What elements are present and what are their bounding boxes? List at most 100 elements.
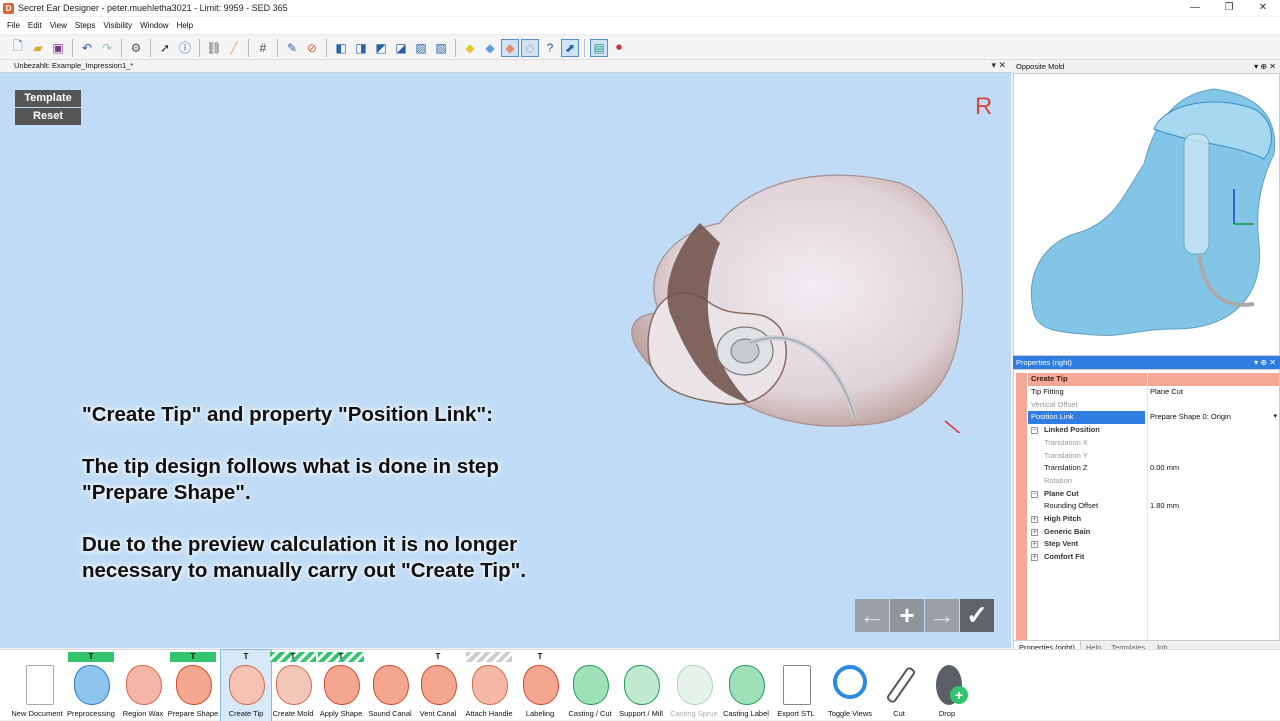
view-front-icon[interactable]: ◧: [333, 40, 349, 56]
casting-cut-icon: [573, 665, 609, 705]
maximize-button[interactable]: ❐: [1212, 0, 1246, 16]
new-file-icon[interactable]: 🗋: [10, 39, 26, 56]
prop-plane-cut[interactable]: − Plane Cut: [1028, 488, 1279, 501]
info-icon[interactable]: ⓘ: [177, 40, 193, 56]
dropdown-arrow-icon[interactable]: ▾: [1273, 411, 1277, 424]
reset-button[interactable]: Reset: [15, 108, 81, 125]
shell-white-icon[interactable]: ◇: [521, 38, 539, 57]
forward-arrow-button[interactable]: →: [925, 599, 959, 632]
properties-controls[interactable]: ▾ ⊕ ✕: [1254, 356, 1276, 369]
new-document-icon: [26, 665, 54, 705]
step-navigation: ← + → ✓: [855, 599, 995, 632]
step-export-stl[interactable]: Export STL: [771, 650, 821, 721]
prop-high-pitch[interactable]: + High Pitch: [1028, 513, 1279, 526]
zoom-tool-icon[interactable]: ⊘: [304, 40, 320, 56]
3d-viewport[interactable]: Template Reset R "Create Tip" and proper…: [0, 73, 1011, 648]
prop-linked-position[interactable]: − Linked Position: [1028, 424, 1279, 437]
prop-label: Generic Bain: [1044, 527, 1091, 536]
menu-edit[interactable]: Edit: [28, 21, 42, 30]
save-icon[interactable]: ▣: [50, 40, 66, 56]
expand-icon[interactable]: +: [1031, 554, 1038, 561]
prop-label: Rounding Offset: [1044, 501, 1099, 510]
measure-icon[interactable]: ╱: [226, 40, 242, 56]
prop-label: Step Vent: [1044, 539, 1079, 548]
prop-label: Tip Fitting: [1031, 387, 1064, 396]
prop-group-create-tip[interactable]: Create Tip: [1028, 373, 1279, 386]
menu-view[interactable]: View: [50, 21, 67, 30]
grid-icon[interactable]: #: [255, 40, 271, 56]
shell-yellow-icon[interactable]: ◆: [462, 40, 478, 56]
ear-shell-model[interactable]: [600, 163, 980, 433]
open-folder-icon[interactable]: ▰: [30, 40, 46, 56]
view-right-icon[interactable]: ◪: [393, 40, 409, 56]
opposite-mold-controls[interactable]: ▾ ⊕ ✕: [1254, 60, 1276, 73]
prop-step-vent[interactable]: + Step Vent: [1028, 538, 1279, 551]
prop-value[interactable]: 1.80 mm: [1150, 500, 1179, 513]
display-mode-icon[interactable]: ▤: [590, 38, 608, 57]
pointer-select-icon[interactable]: ⬈: [561, 38, 579, 57]
prop-translation-z[interactable]: Translation Z 0.00 mm: [1028, 462, 1279, 475]
window-title: Secret Ear Designer - peter.muehletha302…: [18, 3, 288, 13]
prop-label: Translation Y: [1044, 451, 1088, 460]
step-status-bar: T: [318, 652, 364, 662]
toolbar-separator: [199, 38, 200, 57]
menu-file[interactable]: File: [7, 21, 20, 30]
confirm-check-button[interactable]: ✓: [960, 599, 994, 632]
shell-blue-icon[interactable]: ◆: [482, 40, 498, 56]
close-button[interactable]: ✕: [1246, 0, 1280, 16]
prop-position-link[interactable]: Position Link Prepare Shape 0: Origin ▾: [1028, 411, 1279, 424]
prop-tip-fitting[interactable]: Tip Fitting Plane Cut: [1028, 386, 1279, 399]
step-drop[interactable]: + Drop: [922, 650, 972, 721]
minimize-button[interactable]: —: [1178, 0, 1212, 16]
collapse-icon[interactable]: −: [1031, 491, 1038, 498]
apply-shape-icon: [324, 665, 360, 705]
back-arrow-button[interactable]: ←: [855, 599, 889, 632]
caption-line-1: "Create Tip" and property "Position Link…: [82, 403, 493, 426]
menu-help[interactable]: Help: [177, 21, 193, 30]
prop-generic-bain[interactable]: + Generic Bain: [1028, 526, 1279, 539]
expand-icon[interactable]: +: [1031, 529, 1038, 536]
menu-window[interactable]: Window: [140, 21, 168, 30]
menu-steps[interactable]: Steps: [75, 21, 95, 30]
workflow-step-bar: New Document T Preprocessing Region Wax T…: [0, 649, 1280, 721]
preprocessing-icon: [74, 665, 110, 705]
expand-icon[interactable]: +: [1031, 541, 1038, 548]
prop-rounding-offset[interactable]: Rounding Offset 1.80 mm: [1028, 500, 1279, 513]
view-top-icon[interactable]: ◨: [353, 40, 369, 56]
prop-rotation: Rotation: [1028, 475, 1279, 488]
template-button[interactable]: Template: [15, 90, 81, 107]
expand-icon[interactable]: +: [1031, 516, 1038, 523]
help-question-icon[interactable]: ?: [542, 40, 558, 56]
position-link-dropdown[interactable]: Prepare Shape 0: Origin: [1150, 411, 1231, 424]
add-button[interactable]: +: [890, 599, 924, 632]
record-icon[interactable]: ⏺: [611, 40, 627, 56]
view-back-icon[interactable]: ▨: [413, 40, 429, 56]
document-tab[interactable]: Unbezahlt: Example_Impression1_*: [14, 61, 133, 70]
axis-red: [944, 420, 961, 433]
step-new-document[interactable]: New Document: [11, 650, 63, 721]
step-status-bar: T: [270, 652, 316, 662]
prop-label: Rotation: [1044, 476, 1072, 485]
redo-icon[interactable]: ↷: [99, 40, 115, 56]
pen-icon[interactable]: ✎: [284, 40, 300, 56]
region-wax-icon: [126, 665, 162, 705]
drop-plus-icon: +: [950, 686, 968, 704]
toggle-views-icon: [833, 665, 867, 699]
menu-visibility[interactable]: Visibility: [103, 21, 132, 30]
settings-gear-icon[interactable]: ⚙: [128, 40, 144, 56]
shell-orange-icon[interactable]: ◆: [501, 38, 519, 57]
prop-label: High Pitch: [1044, 514, 1082, 523]
undo-icon[interactable]: ↶: [79, 40, 95, 56]
prop-comfort-fit[interactable]: + Comfort Fit: [1028, 551, 1279, 564]
menu-bar: File Edit View Steps Visibility Window H…: [0, 17, 1280, 34]
toolbar-separator: [150, 38, 151, 57]
document-tab-controls[interactable]: ▾ ✕: [991, 60, 1006, 71]
view-left-icon[interactable]: ◩: [373, 40, 389, 56]
prop-value[interactable]: Plane Cut: [1150, 386, 1183, 399]
opposite-mold-viewport[interactable]: [1013, 73, 1280, 356]
prop-value[interactable]: 0.00 mm: [1150, 462, 1179, 475]
view-iso-icon[interactable]: ▧: [433, 40, 449, 56]
pointer-icon[interactable]: ➚: [157, 40, 173, 56]
link-icon[interactable]: ⛓: [206, 40, 222, 56]
collapse-icon[interactable]: −: [1031, 427, 1038, 434]
